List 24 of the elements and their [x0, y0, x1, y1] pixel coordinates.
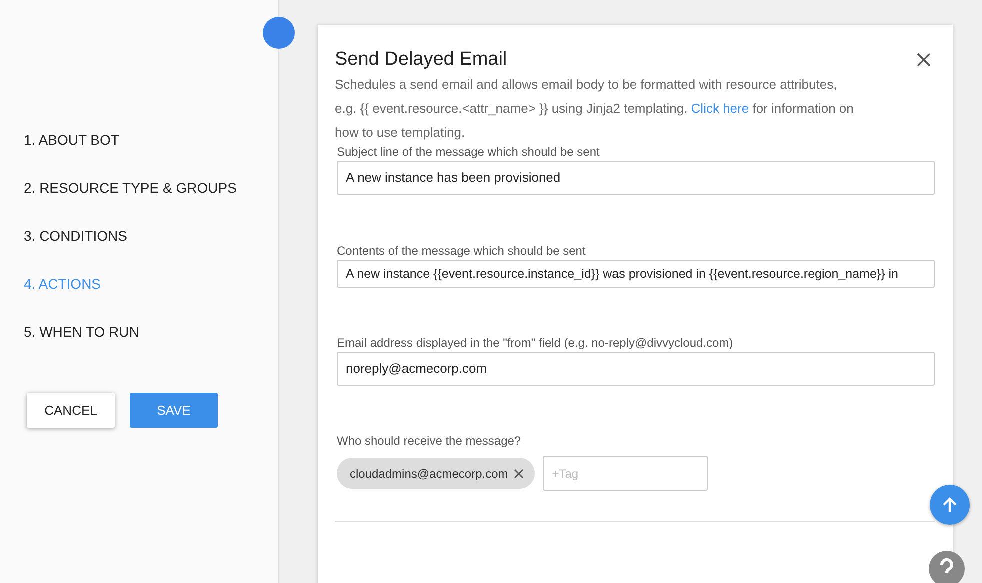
- field-label: Subject line of the message which should be sent: [337, 145, 601, 159]
- tag-input-field[interactable]: +Tag: [543, 456, 708, 491]
- tag-text: cloudadmins@acmecorp.com: [350, 466, 508, 480]
- cancel-button[interactable]: CANCEL: [27, 393, 115, 428]
- field-label: Contents of the message which should be sent: [337, 244, 587, 258]
- step-link[interactable]: 1. ABOUT BOT: [24, 130, 120, 151]
- recipient-tag[interactable]: cloudadmins@acmecorp.com: [337, 458, 536, 489]
- timeline-dot: [263, 17, 295, 49]
- scroll-up-button[interactable]: [930, 485, 970, 525]
- close-icon: [917, 53, 931, 67]
- step-link[interactable]: 3. CONDITIONS: [24, 226, 128, 247]
- message-textarea[interactable]: A new instance {{event.resource.instance_id}} was provisioned in {{event.resource.region_name}} in: [337, 260, 935, 288]
- step-link[interactable]: 5. WHEN TO RUN: [24, 322, 140, 343]
- input-field[interactable]: noreply@acmecorp.com: [337, 352, 935, 386]
- card-title: Send Delayed Email: [335, 49, 508, 71]
- description-text: Schedules a send email and allows email body to be formatted with resource attributes, e.g. {{ event.resource.<attr_name> }} using Jinja2 templating. Click here for information on how to use templating.: [335, 76, 855, 142]
- field-label: Who should receive the message?: [337, 434, 522, 448]
- remove-icon[interactable]: [514, 468, 524, 478]
- arrow-up-icon: [941, 496, 959, 514]
- step-link[interactable]: 2. RESOURCE TYPE & GROUPS: [24, 178, 237, 199]
- close-button[interactable]: [915, 51, 933, 69]
- input-field[interactable]: A new instance has been provisioned: [337, 161, 935, 195]
- field-label: Email address displayed in the "from" field (e.g. no-reply@divvycloud.com): [337, 336, 734, 350]
- help-button[interactable]: [929, 551, 965, 583]
